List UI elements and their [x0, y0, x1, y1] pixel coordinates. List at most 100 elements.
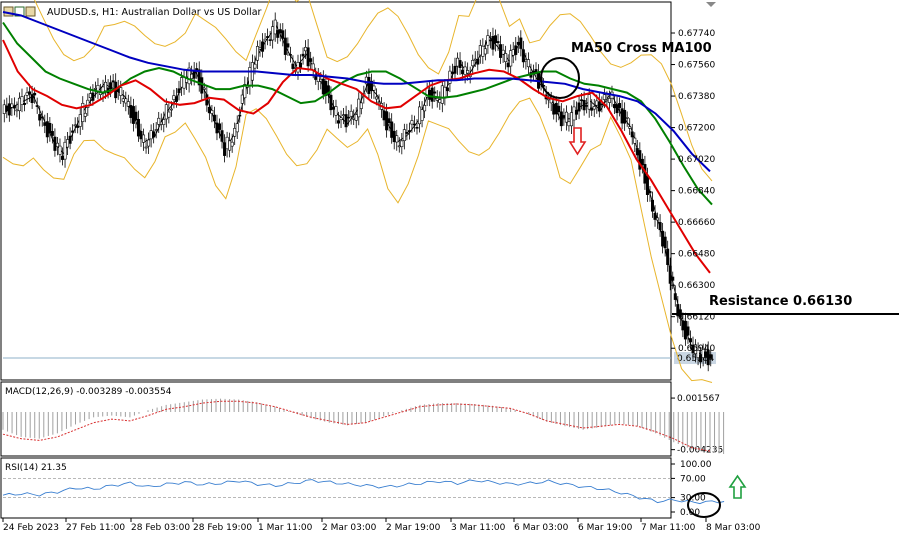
- candle-body: [261, 41, 265, 52]
- x-axis-label: 2 Mar 03:00: [322, 523, 377, 533]
- candle-body: [55, 142, 59, 147]
- candle-body: [473, 58, 477, 61]
- x-axis-label: 8 Mar 03:00: [706, 523, 761, 533]
- candle-body: [618, 103, 622, 108]
- candle-body: [111, 80, 115, 83]
- candle-body: [499, 44, 503, 58]
- candle-body: [225, 136, 229, 150]
- candle-body: [435, 98, 439, 101]
- candle-body: [210, 110, 214, 114]
- candle-body: [319, 78, 323, 82]
- candle-body: [524, 59, 528, 62]
- candle-body: [392, 130, 396, 143]
- candle-body: [164, 104, 168, 120]
- candle-body: [223, 142, 227, 156]
- candle-body: [531, 70, 535, 73]
- candle-body: [359, 102, 363, 109]
- candle-body: [466, 70, 470, 74]
- candle-body: [195, 68, 199, 71]
- candle-body: [415, 126, 419, 129]
- candle-body: [278, 29, 282, 34]
- candle-body: [511, 49, 515, 56]
- candle-body: [337, 120, 341, 124]
- candle-body: [235, 123, 239, 133]
- candle-body: [640, 158, 644, 166]
- candle-body: [483, 48, 487, 55]
- candle-body: [50, 131, 54, 136]
- candle-body: [402, 129, 406, 141]
- candle-body: [377, 101, 381, 104]
- candle-body: [35, 105, 39, 107]
- candle-body: [248, 67, 252, 87]
- candle-body: [486, 35, 490, 46]
- candle-body: [299, 62, 303, 68]
- candle-body: [154, 129, 158, 131]
- candle-body: [28, 91, 32, 95]
- macd-axis-label: -0.004235: [677, 446, 723, 456]
- rsi-axis-label: 70.00: [680, 474, 706, 484]
- candle-body: [448, 70, 452, 84]
- candle-body: [144, 146, 148, 149]
- candle-body: [577, 102, 581, 112]
- candle-body: [395, 135, 399, 143]
- x-axis-label: 7 Mar 11:00: [641, 523, 696, 533]
- candle-body: [630, 131, 634, 138]
- x-axis-label: 28 Feb 03:00: [131, 523, 190, 533]
- price-panel[interactable]: [0, 1, 672, 381]
- candle-body: [283, 37, 287, 55]
- candle-body: [405, 131, 409, 134]
- candle-body: [63, 141, 67, 160]
- x-axis-label: 28 Feb 19:00: [193, 523, 252, 533]
- candle-body: [504, 53, 508, 63]
- candle-body: [10, 103, 14, 108]
- candle-body: [666, 248, 670, 265]
- chart-canvas[interactable]: AUDUSD.s, H1: Australian Dollar vs US Do…: [0, 0, 923, 538]
- candle-body: [159, 121, 163, 125]
- candle-body: [458, 60, 462, 68]
- candle-body: [276, 30, 280, 38]
- candle-body: [683, 320, 687, 340]
- candle-body: [374, 96, 378, 100]
- candle-body: [433, 91, 437, 94]
- candle-body: [412, 123, 416, 126]
- candle-body: [40, 116, 44, 119]
- candle-body: [496, 41, 500, 44]
- candle-body: [215, 122, 219, 134]
- candle-body: [71, 130, 75, 133]
- candle-body: [648, 191, 652, 194]
- candle-body: [129, 105, 133, 118]
- arrow-up-icon: [728, 474, 747, 499]
- candle-body: [38, 114, 42, 121]
- collapse-icon[interactable]: [706, 2, 716, 7]
- candle-body: [220, 130, 224, 142]
- candle-body: [661, 230, 665, 247]
- candle-body: [567, 121, 571, 127]
- candle-body: [519, 37, 523, 49]
- price-axis-label: 0.66480: [678, 250, 715, 260]
- candle-body: [562, 115, 566, 118]
- candle-body: [200, 77, 204, 94]
- candle-body: [516, 41, 520, 45]
- candle-body: [76, 125, 80, 128]
- candle-body: [263, 38, 267, 42]
- candle-body: [286, 43, 290, 48]
- candle-body: [301, 53, 305, 57]
- candle-body: [418, 106, 422, 125]
- candle-body: [33, 92, 37, 96]
- candle-body: [174, 96, 178, 102]
- candle-body: [15, 109, 19, 112]
- candle-body: [620, 108, 624, 124]
- candle-body: [602, 94, 606, 100]
- candle-body: [354, 114, 358, 121]
- candle-body: [407, 130, 411, 133]
- x-axis-label: 6 Mar 19:00: [578, 523, 633, 533]
- x-axis-label: 27 Feb 11:00: [66, 523, 125, 533]
- candle-body: [253, 63, 257, 69]
- candle-body: [228, 140, 232, 151]
- candle-body: [514, 45, 518, 55]
- candle-body: [615, 104, 619, 114]
- candle-body: [671, 276, 675, 281]
- candle-body: [152, 131, 156, 138]
- candle-body: [526, 59, 530, 68]
- price-axis-label: 0.66300: [678, 281, 715, 291]
